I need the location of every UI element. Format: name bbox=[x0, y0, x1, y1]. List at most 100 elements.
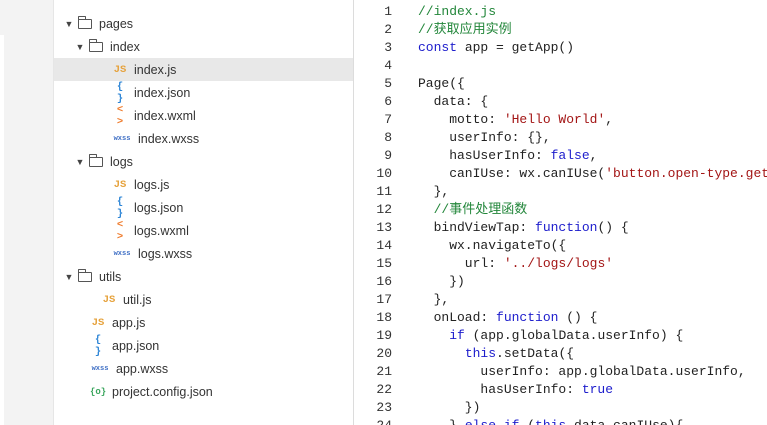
line-number: 4 bbox=[384, 58, 392, 73]
code-token: //获取应用实例 bbox=[418, 22, 512, 37]
tree-item-label: logs bbox=[110, 154, 133, 169]
folder-icon bbox=[88, 153, 103, 167]
code-token: this bbox=[464, 346, 497, 361]
line-number: 12 bbox=[376, 202, 392, 217]
code-line: 2 //获取应用实例 bbox=[354, 21, 767, 39]
tree-item-label: logs.json bbox=[134, 200, 184, 215]
code-line: 7 motto: 'Hello World', bbox=[354, 111, 767, 129]
file-app-js[interactable]: JS app.js bbox=[54, 311, 353, 334]
code-token: function bbox=[535, 220, 598, 235]
code-token: }) bbox=[418, 274, 465, 289]
file-app-wxss[interactable]: wxss app.wxss bbox=[54, 357, 353, 380]
file-index-json[interactable]: { } index.json bbox=[54, 81, 353, 105]
file-index-wxml[interactable]: < > index.wxml bbox=[54, 104, 353, 128]
folder-pages[interactable]: ▼ pages bbox=[54, 12, 353, 35]
line-code: if (app.globalData.userInfo) { bbox=[418, 327, 683, 345]
tree-item-label: logs.wxss bbox=[138, 246, 193, 261]
line-number: 5 bbox=[384, 76, 392, 91]
code-token: ( bbox=[519, 418, 535, 425]
line-code: //事件处理函数 bbox=[418, 201, 528, 219]
folder-logs[interactable]: ▼ logs bbox=[54, 150, 353, 173]
line-code: onLoad: function () { bbox=[418, 309, 598, 327]
code-line: 13 bindViewTap: function() { bbox=[354, 219, 767, 237]
file-logs-wxss[interactable]: wxss logs.wxss bbox=[54, 242, 353, 265]
code-token: '../logs/logs' bbox=[503, 256, 614, 271]
code-token: 'Hello World' bbox=[503, 112, 606, 127]
code-line: 4 bbox=[354, 57, 767, 75]
tree-item-label: utils bbox=[99, 269, 122, 284]
code-token: 'button.open-type.getU bbox=[605, 166, 767, 181]
line-code: data: { bbox=[418, 93, 489, 111]
line-number: 10 bbox=[376, 166, 392, 181]
line-number: 9 bbox=[384, 148, 392, 163]
line-number: 3 bbox=[384, 40, 392, 55]
code-line: 11 }, bbox=[354, 183, 767, 201]
line-code: }) bbox=[418, 273, 465, 291]
tree-item-label: app.js bbox=[112, 315, 146, 330]
line-code: userInfo: {}, bbox=[418, 129, 551, 147]
wxss-file-icon: wxss bbox=[91, 364, 109, 373]
code-token: this bbox=[535, 418, 566, 425]
line-code: wx.navigateTo({ bbox=[418, 237, 566, 255]
code-token: () { bbox=[558, 310, 598, 325]
code-token: const bbox=[418, 40, 458, 55]
folder-index[interactable]: ▼ index bbox=[54, 35, 353, 58]
code-line: 18 onLoad: function () { bbox=[354, 309, 767, 327]
line-code: } else if (this.data.canIUse){ bbox=[418, 417, 683, 425]
file-logs-json[interactable]: { } logs.json bbox=[54, 195, 353, 220]
code-token: if bbox=[449, 328, 465, 343]
line-number: 13 bbox=[376, 220, 392, 235]
line-number: 15 bbox=[376, 256, 392, 271]
code-token: canIUse: wx.canIUse( bbox=[418, 166, 606, 181]
file-logs-js[interactable]: JS logs.js bbox=[54, 173, 353, 196]
caret-down-icon[interactable]: ▼ bbox=[64, 19, 74, 29]
code-line: 9 hasUserInfo: false, bbox=[354, 147, 767, 165]
tree-item-label: index.wxml bbox=[134, 108, 196, 123]
line-number: 1 bbox=[384, 4, 392, 19]
caret-down-icon[interactable]: ▼ bbox=[75, 42, 85, 52]
code-token: userInfo: {}, bbox=[418, 130, 551, 145]
caret-down-icon[interactable]: ▼ bbox=[64, 272, 74, 282]
caret-down-icon[interactable]: ▼ bbox=[75, 157, 85, 167]
tree-item-label: project.config.json bbox=[112, 384, 213, 399]
code-line: 8 userInfo: {}, bbox=[354, 129, 767, 147]
file-project-config-json[interactable]: {o} project.config.json bbox=[54, 380, 353, 403]
code-line: 20 this.setData({ bbox=[354, 345, 767, 363]
tree-item-label: pages bbox=[99, 16, 134, 31]
tree-item-label: app.wxss bbox=[116, 361, 169, 376]
folder-utils[interactable]: ▼ utils bbox=[54, 265, 353, 288]
code-token: (app.globalData.userInfo) { bbox=[464, 328, 684, 343]
tree-item-label: index.js bbox=[134, 62, 177, 77]
tree-item-label: index bbox=[110, 39, 140, 54]
file-logs-wxml[interactable]: < > logs.wxml bbox=[54, 219, 353, 243]
line-number: 6 bbox=[384, 94, 392, 109]
line-code: userInfo: app.globalData.userInfo, bbox=[418, 363, 745, 381]
line-number: 7 bbox=[384, 112, 392, 127]
file-index-wxss[interactable]: wxss index.wxss bbox=[54, 127, 353, 150]
js-file-icon: JS bbox=[113, 178, 127, 191]
tree-item-label: util.js bbox=[123, 292, 152, 307]
code-token: } bbox=[418, 418, 465, 425]
code-line: 22 hasUserInfo: true bbox=[354, 381, 767, 399]
code-line: 24 } else if (this.data.canIUse){ bbox=[354, 417, 767, 425]
code-line: 17 }, bbox=[354, 291, 767, 309]
file-index-js[interactable]: JS index.js bbox=[54, 58, 353, 81]
line-code: Page({ bbox=[418, 75, 465, 93]
file-util-js[interactable]: JS util.js bbox=[54, 288, 353, 311]
code-editor[interactable]: 1 //index.js 2 //获取应用实例 3 const app = getApp(… bbox=[354, 0, 767, 425]
tree-item-label: logs.js bbox=[134, 177, 170, 192]
line-number: 18 bbox=[376, 310, 392, 325]
code-token: motto: bbox=[418, 112, 504, 127]
json-file-icon: { } bbox=[116, 195, 124, 220]
file-app-json[interactable]: { } app.json bbox=[54, 334, 353, 358]
line-code: url: '../logs/logs' bbox=[418, 255, 613, 273]
code-token: }) bbox=[418, 400, 481, 415]
code-token: else if bbox=[465, 418, 520, 425]
line-code: const app = getApp() bbox=[418, 39, 574, 57]
tree-item-label: logs.wxml bbox=[134, 223, 189, 238]
line-code: canIUse: wx.canIUse('button.open-type.ge… bbox=[418, 165, 767, 183]
line-code: }, bbox=[418, 291, 450, 309]
code-token: function bbox=[496, 310, 559, 325]
code-line: 3 const app = getApp() bbox=[354, 39, 767, 57]
line-number: 2 bbox=[384, 22, 392, 37]
